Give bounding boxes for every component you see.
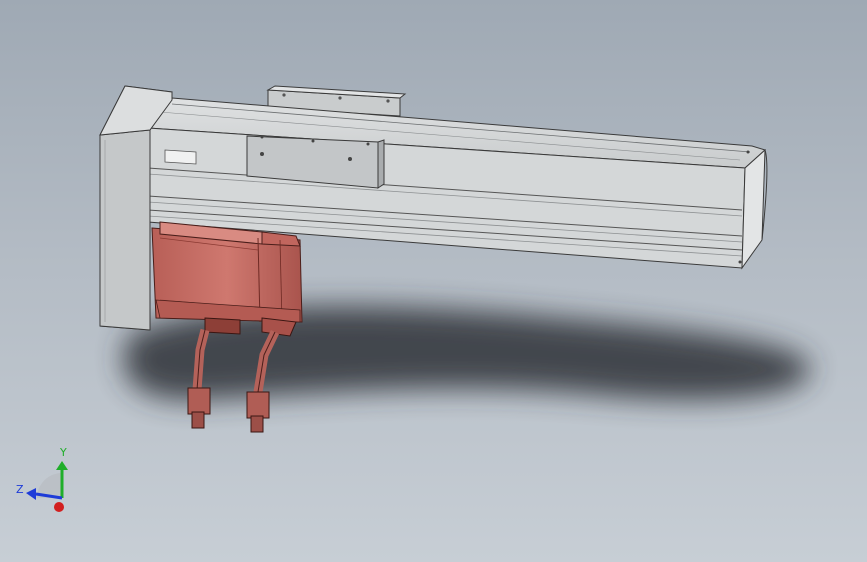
servo-motor — [151, 221, 303, 337]
graphics-viewport[interactable]: Y Z — [0, 0, 867, 562]
3d-model-scene[interactable]: Y Z — [0, 0, 867, 562]
y-axis-label: Y — [59, 446, 67, 459]
x-axis-dot — [54, 502, 64, 512]
reference-triad: Y Z — [16, 446, 68, 512]
encoder-connector — [187, 387, 211, 415]
power-connector — [246, 391, 270, 419]
z-axis-label: Z — [16, 483, 24, 496]
